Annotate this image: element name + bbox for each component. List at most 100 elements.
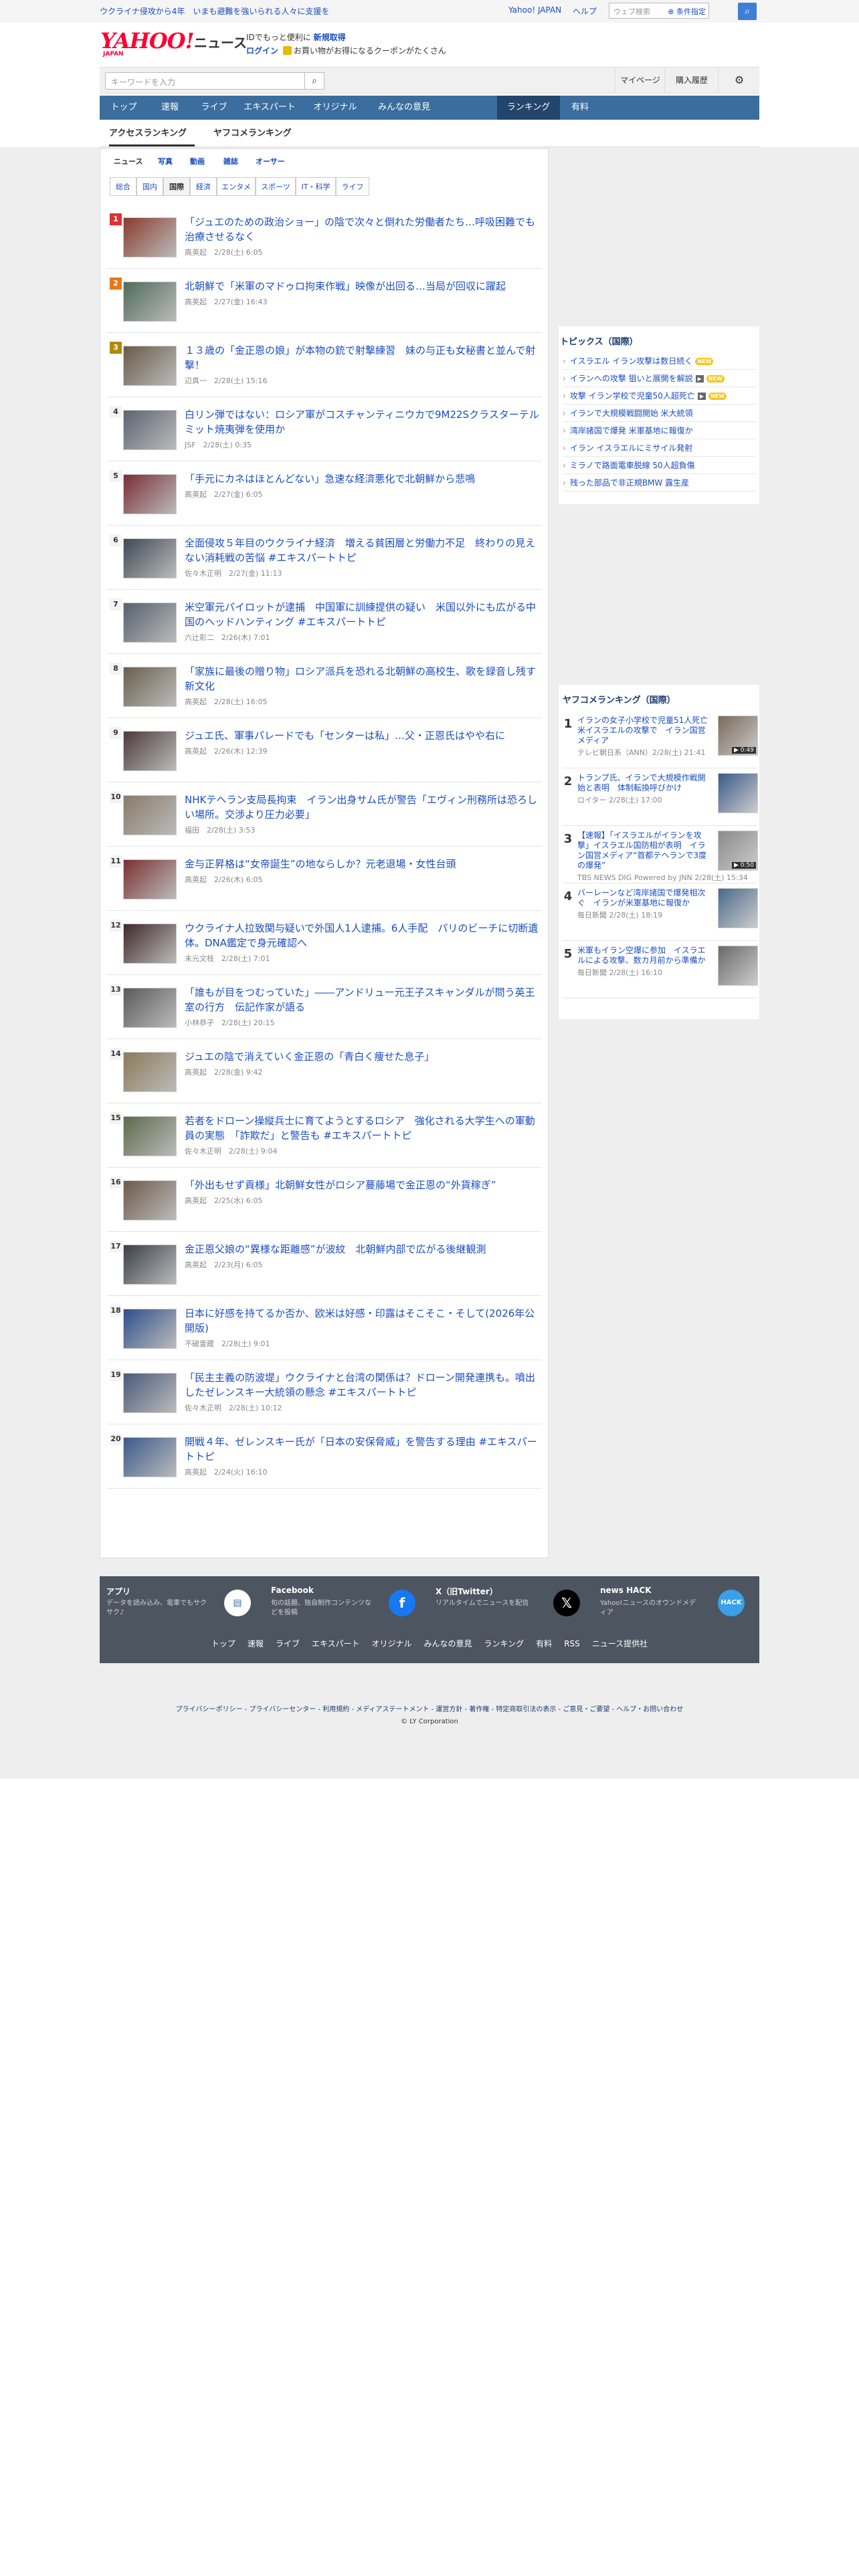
category-tab-entertainment[interactable]: エンタメ <box>217 177 256 196</box>
topic-item[interactable]: › イスラエル イラン攻撃は数日続く NEW <box>563 353 757 370</box>
ranking-item[interactable]: 8 「家族に最後の贈り物」ロシア派兵を恐れる北朝鮮の高校生、歌を録音し残す新文化高… <box>107 653 542 718</box>
tab-access-ranking[interactable]: アクセスランキング <box>109 121 195 146</box>
article-thumbnail[interactable] <box>123 1245 177 1285</box>
article-title[interactable]: 白リン弾ではない：ロシア軍がコスチャンティニウカで9M22Sクラスターテルミット… <box>185 407 539 437</box>
yahoo-japan-link[interactable]: Yahoo! JAPAN <box>508 5 561 15</box>
category-tab-economy[interactable]: 経済 <box>190 177 217 196</box>
footer-nav-link[interactable]: エキスパート <box>312 1639 360 1648</box>
article-thumbnail[interactable] <box>718 773 758 813</box>
topic-item[interactable]: › 残った部品で非正規BMW 露生産 <box>563 475 757 492</box>
web-search-button[interactable]: ⌕ <box>738 3 757 20</box>
article-title[interactable]: 「民主主義の防波堤」ウクライナと台湾の関係は？ドローン開発連携も。噴出したゼレン… <box>185 1370 539 1400</box>
article-title[interactable]: トランプ氏、イランで大規模作戦開始と表明 体制転換呼びかけ <box>577 773 711 793</box>
ranking-item[interactable]: 10 NHKテヘラン支局長拘束 イラン出身サム氏が警告「エヴィン刑務所は恐ろしい場… <box>107 782 542 847</box>
article-thumbnail[interactable] <box>123 282 177 322</box>
footer-nav-link[interactable]: オリジナル <box>372 1639 412 1648</box>
article-title[interactable]: 「外出もせず貢様」北朝鮮女性がロシア蔓藤場で金正恩の“外貨稼ぎ” <box>185 1178 539 1192</box>
ranking-item[interactable]: 19 「民主主義の防波堤」ウクライナと台湾の関係は？ドローン開発連携も。噴出したゼ… <box>107 1360 542 1424</box>
ranking-item[interactable]: 4 白リン弾ではない：ロシア軍がコスチャンティニウカで9M22Sクラスターテルミッ… <box>107 397 542 461</box>
topic-item[interactable]: › 攻撃 イラン学校で児童50人超死亡 ▶ NEW <box>563 388 757 405</box>
footer-nav-link[interactable]: ニュース提供社 <box>592 1639 648 1648</box>
category-tab-sports[interactable]: スポーツ <box>256 177 296 196</box>
nav-paid[interactable]: 有料 <box>560 96 600 120</box>
article-title[interactable]: 日本に好感を持てるか否か、欧米は好感・印露はそこそこ・そして(2026年公開版) <box>185 1306 539 1335</box>
media-tab-photo[interactable]: 写真 <box>158 156 173 167</box>
media-tab-author[interactable]: オーサー <box>256 156 285 167</box>
nav-live[interactable]: ライブ <box>192 96 236 120</box>
topic-item[interactable]: › イランへの攻撃 狙いと展開を解説 ▶ NEW <box>563 370 757 387</box>
article-title[interactable]: 開戦４年、ゼレンスキー氏が「日本の安保脅威」を警告する理由 #エキスパートトピ <box>185 1434 539 1464</box>
article-thumbnail[interactable] <box>123 667 177 707</box>
article-title[interactable]: ウクライナ人拉致関与疑いで外国人1人逮捕。6人手配 パリのビーチに切断遺体。DN… <box>185 921 539 950</box>
article-thumbnail[interactable] <box>123 1052 177 1092</box>
comment-ranking-item[interactable]: 2 トランプ氏、イランで大規模作戦開始と表明 体制転換呼びかけ ロイター 2/28(… <box>563 769 758 826</box>
settings-gear-icon[interactable]: ⚙ <box>718 68 760 93</box>
footer-x-card[interactable]: X（旧Twitter） リアルタイムでニュースを配信 𝕏 <box>429 1586 583 1626</box>
article-thumbnail[interactable] <box>123 346 177 386</box>
article-thumbnail[interactable] <box>123 1437 177 1477</box>
footer-nav-link[interactable]: ライブ <box>276 1639 300 1648</box>
article-thumbnail[interactable] <box>123 603 177 643</box>
nav-breaking[interactable]: 速報 <box>148 96 192 120</box>
article-title[interactable]: 金与正昇格は“女帝誕生”の地ならしか？元老退場・女性台頭 <box>185 857 539 871</box>
ranking-item[interactable]: 1 「ジュエのための政治ショー」の陰で次々と倒れた労働者たち…呼吸困難でも治療させ… <box>107 204 542 269</box>
ranking-item[interactable]: 18 日本に好感を持てるか否か、欧米は好感・印露はそこそこ・そして(2026年公開… <box>107 1295 542 1360</box>
footer-facebook-card[interactable]: Facebook 旬の話題、独自制作コンテンツなどを投稿 f <box>264 1586 418 1626</box>
nav-ranking[interactable]: ランキング <box>497 96 560 120</box>
nav-opinions[interactable]: みんなの意見 <box>367 96 441 120</box>
ranking-item[interactable]: 14 ジュエの陰で消えていく金正恩の「青白く痩せた息子」 高英起 2/28(金) 9… <box>107 1039 542 1103</box>
web-search-input[interactable]: ウェブ検索 ⊕ 条件指定 <box>609 3 709 19</box>
support-notice-link[interactable]: ウクライナ侵攻から4年 いまも避難を強いられる人々に支援を <box>100 5 329 17</box>
article-thumbnail[interactable] <box>123 1373 177 1413</box>
ranking-item[interactable]: 15 若者をドローン操縦兵士に育てようとするロシア 強化される大学生への軍動員の実… <box>107 1103 542 1168</box>
ranking-item[interactable]: 7 米空軍元パイロットが逮捕 中国軍に訓練提供の疑い 米国以外にも広がる中国のヘッ… <box>107 589 542 654</box>
advanced-search-link[interactable]: ⊕ 条件指定 <box>668 6 706 17</box>
comment-ranking-item[interactable]: 5 米軍もイラン空爆に参加 イスラエルによる攻撃、数カ月前から準備か 毎日新聞 2/… <box>563 942 758 998</box>
media-tab-video[interactable]: 動画 <box>190 156 205 167</box>
article-title[interactable]: ジュエの陰で消えていく金正恩の「青白く痩せた息子」 <box>185 1049 539 1064</box>
category-tab-it-science[interactable]: IT・科学 <box>296 177 336 196</box>
ranking-item[interactable]: 6 全面侵攻５年目のウクライナ経済 増える貧困層と労働力不足 終わりの見えない消耗… <box>107 525 542 590</box>
article-thumbnail[interactable] <box>123 988 177 1028</box>
article-title[interactable]: ジュエ氏、軍事パレードでも「センターは私」…父・正恩氏はやや右に <box>185 728 539 743</box>
comment-ranking-item[interactable]: 1 イランの女子小学校で児童51人死亡 米イスラエルの攻撃で イラン国営メディアテ… <box>563 712 758 768</box>
category-tab-international[interactable]: 国際 <box>163 177 190 196</box>
ranking-item[interactable]: 9 ジュエ氏、軍事パレードでも「センターは私」…父・正恩氏はやや右に 高英起 2/2… <box>107 718 542 782</box>
article-title[interactable]: 若者をドローン操縦兵士に育てようとするロシア 強化される大学生への軍動員の実態 … <box>185 1113 539 1143</box>
media-tab-news[interactable]: ニュース <box>114 156 142 167</box>
keyword-search-button[interactable]: ⌕ <box>304 72 324 90</box>
topic-item[interactable]: › イラン イスラエルにミサイル発射 <box>563 440 757 457</box>
article-title[interactable]: 【速報】「イスラエルがイランを攻撃」イスラエル国防相が表明 イラン国営メディア“… <box>577 831 711 871</box>
ranking-item[interactable]: 13 「誰もが目をつむっていた」――アンドリュー元王子スキャンダルが問う英王室の行… <box>107 974 542 1039</box>
mypage-link[interactable]: マイページ <box>615 68 665 93</box>
article-title[interactable]: 米軍もイラン空爆に参加 イスラエルによる攻撃、数カ月前から準備か <box>577 946 711 966</box>
ranking-item[interactable]: 17 金正恩父娘の“異様な距離感”が波紋 北朝鮮内部で広がる後継観測 高英起 2/2… <box>107 1231 542 1296</box>
footer-nav-link[interactable]: 有料 <box>536 1639 552 1648</box>
help-link[interactable]: ヘルプ <box>573 5 597 17</box>
article-title[interactable]: 北朝鮮で「米軍のマドゥロ拘束作戦」映像が出回る…当局が回収に躍起 <box>185 279 539 294</box>
article-title[interactable]: 「家族に最後の贈り物」ロシア派兵を恐れる北朝鮮の高校生、歌を録音し残す新文化 <box>185 664 539 693</box>
tab-comment-ranking[interactable]: ヤフコメランキング <box>213 121 300 146</box>
ranking-item[interactable]: 2 北朝鮮で「米軍のマドゥロ拘束作戦」映像が出回る…当局が回収に躍起 高英起 2/2… <box>107 268 542 333</box>
purchase-history-link[interactable]: 購入履歴 <box>664 68 719 93</box>
article-title[interactable]: バーレーンなど湾岸諸国で爆発相次ぐ イランが米軍基地に報復か <box>577 888 711 908</box>
footer-nav-link[interactable]: 速報 <box>248 1639 264 1648</box>
article-thumbnail[interactable] <box>123 1309 177 1349</box>
article-title[interactable]: NHKテヘラン支局長拘束 イラン出身サム氏が警告「エヴィン刑務所は恐ろしい場所。… <box>185 792 539 822</box>
yahoo-news-logo[interactable]: YAHOO! JAPAN ニュース <box>100 28 247 58</box>
topic-item[interactable]: › 湾岸諸国で爆発 米軍基地に報復か <box>563 423 757 439</box>
ranking-item[interactable]: 16 「外出もせず貢様」北朝鮮女性がロシア蔓藤場で金正恩の“外貨稼ぎ” 高英起 2/… <box>107 1167 542 1232</box>
category-tab-life[interactable]: ライフ <box>336 177 369 196</box>
article-thumbnail[interactable]: ▶ 0:50 <box>718 831 758 871</box>
article-thumbnail[interactable] <box>123 474 177 514</box>
article-thumbnail[interactable] <box>123 924 177 964</box>
article-thumbnail[interactable] <box>123 1116 177 1156</box>
article-title[interactable]: 「手元にカネはほとんどない」急速な経済悪化で北朝鮮から悲鳴 <box>185 471 539 486</box>
nav-original[interactable]: オリジナル <box>303 96 367 120</box>
ranking-item[interactable]: 12 ウクライナ人拉致関与疑いで外国人1人逮捕。6人手配 パリのビーチに切断遺体。… <box>107 910 542 975</box>
ranking-item[interactable]: 20 開戦４年、ゼレンスキー氏が「日本の安保脅威」を警告する理由 #エキスパートト… <box>107 1424 542 1489</box>
footer-nav-link[interactable]: ランキング <box>484 1639 524 1648</box>
article-thumbnail[interactable] <box>123 731 177 771</box>
article-thumbnail[interactable] <box>123 538 177 578</box>
article-thumbnail[interactable] <box>718 888 758 928</box>
